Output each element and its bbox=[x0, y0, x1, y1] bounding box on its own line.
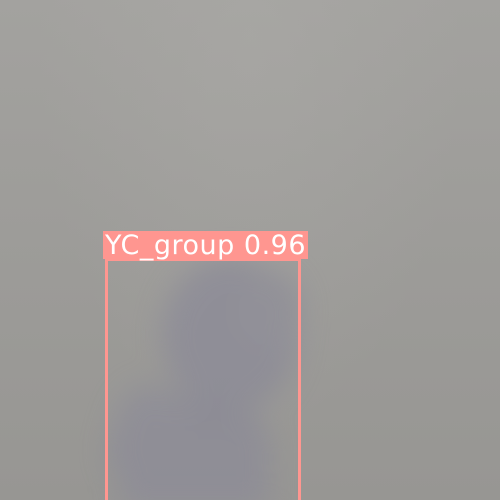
photo-scene: YC_group 0.96 bbox=[0, 0, 500, 500]
detection-bounding-box bbox=[105, 258, 301, 500]
detection-label: YC_group 0.96 bbox=[103, 230, 309, 261]
detection-class-text: YC_group bbox=[105, 230, 235, 261]
detection-confidence-text: 0.96 bbox=[243, 230, 307, 261]
